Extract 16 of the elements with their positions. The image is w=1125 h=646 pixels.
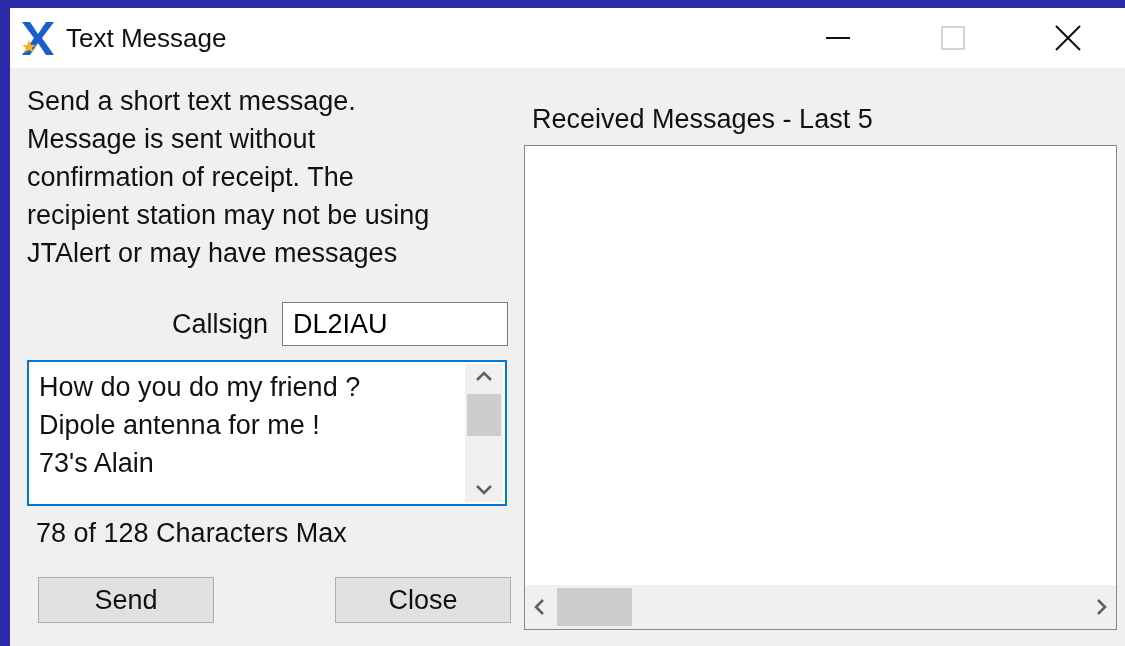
scroll-thumb[interactable]	[557, 588, 632, 626]
callsign-label: Callsign	[171, 308, 268, 340]
send-button[interactable]: Send	[38, 577, 214, 623]
close-icon	[1054, 25, 1081, 51]
minimize-icon	[825, 36, 850, 40]
close-dialog-button[interactable]: Close	[335, 577, 511, 623]
callsign-field[interactable]: DL2IAU	[282, 302, 508, 346]
vertical-scrollbar[interactable]	[465, 364, 503, 502]
message-field[interactable]: How do you do my friend ? Dipole antenna for me ! 73's Alain	[27, 360, 507, 506]
window-title: Text Message	[66, 22, 228, 54]
scroll-thumb[interactable]	[467, 394, 501, 436]
character-count: 78 of 128 Characters Max	[36, 518, 348, 549]
maximize-icon	[940, 26, 965, 50]
instructions-text: Send a short text message. Message is sent without confirmation of receipt. The recipient station may not be using JTAlert or may have messages	[27, 85, 431, 270]
received-messages-label: Received Messages - Last 5	[532, 104, 874, 135]
horizontal-scrollbar[interactable]	[525, 585, 1116, 629]
